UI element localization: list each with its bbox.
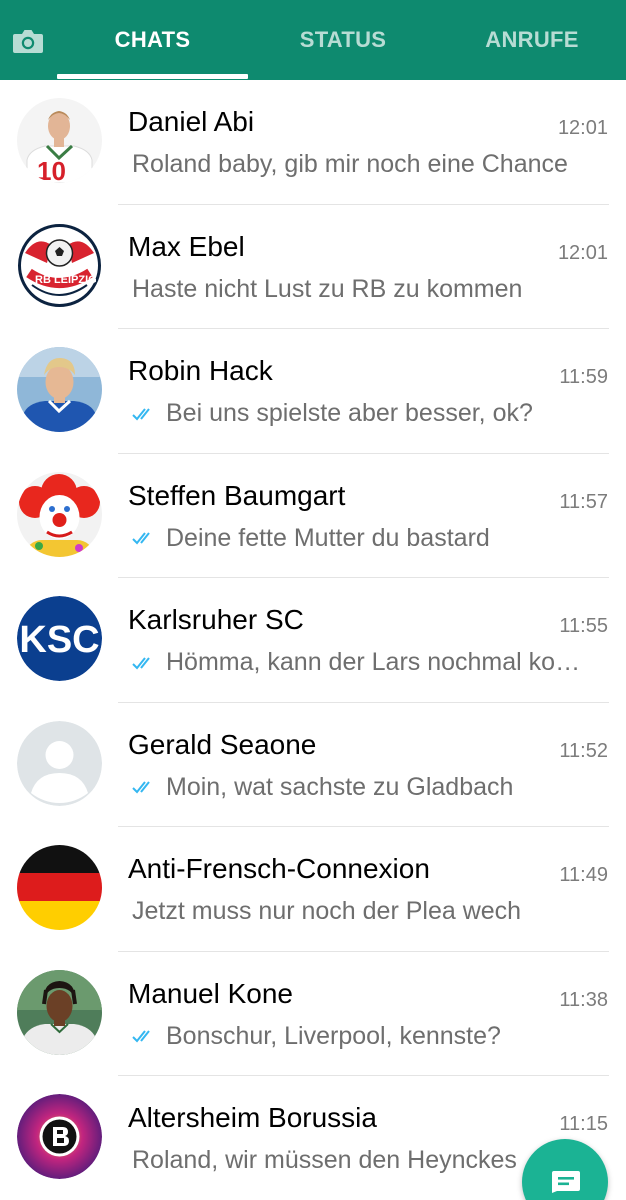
read-ticks-icon bbox=[132, 1030, 150, 1043]
chat-preview: Haste nicht Lust zu RB zu kommen bbox=[132, 275, 592, 304]
avatar: RB LEIPZIG bbox=[17, 222, 102, 308]
chat-preview-text: Roland baby, gib mir noch eine Chance bbox=[132, 150, 568, 178]
chat-preview: Roland baby, gib mir noch eine Chance bbox=[132, 150, 592, 179]
new-chat-icon bbox=[552, 1171, 580, 1193]
chat-row-manuel-kone[interactable]: Manuel Kone 11:38 Bonschur, Liverpool, k… bbox=[0, 952, 626, 1076]
svg-text:10: 10 bbox=[37, 156, 66, 183]
ksc-logo-text: KSC bbox=[19, 619, 99, 661]
chat-time: 11:57 bbox=[559, 490, 608, 513]
chat-row-robin-hack[interactable]: Robin Hack 11:59 Bei uns spielste aber b… bbox=[0, 329, 626, 454]
chat-name: Karlsruher SC bbox=[128, 604, 304, 635]
chat-row-anti-frensch-connexion[interactable]: Anti-Frensch-Connexion 11:49 Jetzt muss … bbox=[0, 827, 626, 952]
chat-name: Steffen Baumgart bbox=[128, 479, 346, 511]
chat-preview: Moin, wat sachste zu Gladbach bbox=[132, 773, 592, 802]
read-ticks-icon bbox=[132, 656, 150, 669]
chat-list: 10 Daniel Abi 12:01 Roland baby, gib mir… bbox=[0, 80, 626, 1200]
avatar: KSC bbox=[17, 596, 102, 681]
chat-time: 11:55 bbox=[559, 615, 608, 637]
chat-row-daniel-abi[interactable]: 10 Daniel Abi 12:01 Roland baby, gib mir… bbox=[0, 80, 626, 205]
avatar bbox=[17, 845, 102, 930]
whatsapp-app: CHATS STATUS ANRUFE 10 Daniel Abi 12:01 bbox=[0, 0, 626, 1200]
chat-name: Altersheim Borussia bbox=[128, 1102, 377, 1133]
tab-status[interactable]: STATUS bbox=[248, 0, 438, 80]
chat-name: Max Ebel bbox=[128, 230, 245, 262]
tab-chats[interactable]: CHATS bbox=[57, 0, 248, 80]
camera-icon[interactable] bbox=[12, 28, 44, 54]
chat-row-max-ebel[interactable]: RB LEIPZIG Max Ebel 12:01 Haste nicht Lu… bbox=[0, 205, 626, 329]
chat-name: Anti-Frensch-Connexion bbox=[128, 853, 430, 884]
chat-preview: Jetzt muss nur noch der Plea wech bbox=[132, 897, 592, 926]
chat-time: 12:01 bbox=[557, 241, 608, 264]
chat-row-karlsruher-sc[interactable]: KSC Karlsruher SC 11:55 Hömma, kann der … bbox=[0, 578, 626, 703]
chat-time: 11:52 bbox=[559, 739, 608, 762]
read-ticks-icon bbox=[132, 407, 150, 420]
chat-time: 11:59 bbox=[559, 366, 608, 388]
default-avatar-icon bbox=[17, 720, 102, 806]
chat-preview: Hömma, kann der Lars nochmal ko… bbox=[132, 648, 592, 677]
avatar bbox=[17, 1094, 102, 1179]
chat-name: Gerald Seaone bbox=[128, 728, 317, 760]
read-ticks-icon bbox=[132, 781, 150, 794]
chat-preview-text: Roland, wir müssen den Heynckes bbox=[132, 1146, 517, 1174]
chat-name: Robin Hack bbox=[128, 355, 273, 386]
chat-preview: Bei uns spielste aber besser, ok? bbox=[132, 399, 592, 428]
tab-calls[interactable]: ANRUFE bbox=[438, 0, 626, 80]
chat-preview-text: Moin, wat sachste zu Gladbach bbox=[166, 772, 514, 801]
avatar bbox=[17, 969, 102, 1055]
active-tab-indicator bbox=[57, 74, 248, 79]
chat-preview-text: Deine fette Mutter du bastard bbox=[166, 523, 490, 552]
chat-row-steffen-baumgart[interactable]: Steffen Baumgart 11:57 Deine fette Mutte… bbox=[0, 454, 626, 578]
chat-preview-text: Jetzt muss nur noch der Plea wech bbox=[132, 897, 522, 925]
chat-name: Daniel Abi bbox=[128, 106, 255, 137]
chat-time: 11:38 bbox=[559, 988, 608, 1011]
chat-time: 11:15 bbox=[559, 1113, 608, 1135]
chat-preview-text: Hömma, kann der Lars nochmal ko… bbox=[166, 648, 581, 676]
read-ticks-icon bbox=[132, 532, 150, 545]
chat-name: Manuel Kone bbox=[128, 977, 294, 1009]
chat-preview: Deine fette Mutter du bastard bbox=[132, 524, 592, 553]
chat-preview-text: Bonschur, Liverpool, kennste? bbox=[166, 1021, 501, 1050]
chat-time: 11:49 bbox=[559, 864, 608, 886]
chat-row-gerald-seaone[interactable]: Gerald Seaone 11:52 Moin, wat sachste zu… bbox=[0, 703, 626, 827]
top-tab-bar: CHATS STATUS ANRUFE bbox=[0, 0, 626, 80]
avatar bbox=[17, 347, 102, 432]
chat-time: 12:01 bbox=[557, 117, 608, 139]
chat-preview-text: Haste nicht Lust zu RB zu kommen bbox=[132, 274, 523, 303]
svg-text:RB LEIPZIG: RB LEIPZIG bbox=[35, 274, 97, 286]
avatar: 10 bbox=[17, 98, 102, 183]
chat-preview-text: Bei uns spielste aber besser, ok? bbox=[166, 399, 533, 427]
chat-preview: Bonschur, Liverpool, kennste? bbox=[132, 1022, 592, 1051]
avatar bbox=[17, 471, 102, 557]
